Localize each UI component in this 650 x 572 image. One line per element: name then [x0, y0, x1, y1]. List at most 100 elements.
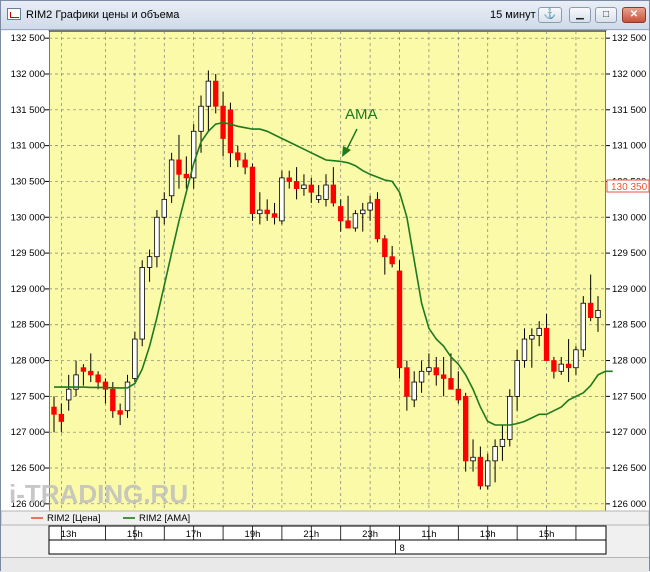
candle-up: [161, 198, 167, 218]
candle-down: [551, 360, 557, 372]
candle-down: [242, 159, 248, 168]
y-tick-label-right: 126 500: [612, 463, 646, 474]
x-tick-label: 17h: [186, 529, 202, 540]
anchor-button[interactable]: ⚓: [538, 7, 562, 23]
candle-down: [88, 370, 94, 376]
legend-label: RIM2 [AMA]: [139, 513, 190, 524]
y-tick-label-left: 132 000: [11, 69, 45, 80]
last-price-label: 130 350: [611, 182, 648, 193]
candle-up: [418, 370, 425, 383]
y-tick-label-right: 130 000: [612, 212, 646, 223]
candle-up: [315, 195, 322, 200]
x-tick-label: 11h: [421, 529, 436, 540]
plot-background: [48, 30, 607, 512]
y-tick-label-right: 129 000: [612, 284, 646, 295]
candle-down: [58, 413, 65, 422]
y-tick-label-right: 127 500: [612, 391, 646, 402]
candle-down: [565, 363, 572, 369]
candle-up: [514, 360, 520, 397]
anchor-icon: ⚓: [543, 9, 557, 20]
candle-down: [117, 410, 123, 415]
last-price-marker: 130 350: [606, 179, 650, 193]
status-bar: [1, 557, 649, 572]
y-tick-label-right: 128 500: [612, 320, 646, 331]
candle-up: [139, 267, 145, 340]
candle-up: [360, 209, 366, 215]
x-tick-label: 23h: [362, 529, 378, 540]
candle-up: [154, 216, 160, 258]
watermark: i-TRADING.RU: [9, 479, 188, 509]
candle-up: [198, 105, 204, 132]
y-tick-label-right: 128 000: [612, 356, 646, 367]
candle-down: [477, 456, 484, 487]
candle-up: [536, 327, 542, 336]
candle-down: [440, 374, 447, 379]
candle-down: [235, 152, 241, 161]
title-bar[interactable]: RIM2 Графики цены и объема 15 минут ⚓ ▁ …: [1, 1, 649, 30]
chart-area[interactable]: 126 000 126 500 127 000 127 500 128 000 128 5…: [0, 30, 650, 561]
candle-down: [404, 367, 410, 397]
y-tick-label-left: 128 500: [11, 320, 45, 331]
candle-up: [146, 256, 153, 268]
right-axis-panel: [606, 31, 649, 511]
interval-selector[interactable]: 15 минут: [490, 9, 536, 21]
candle-down: [389, 256, 395, 265]
candle-up: [580, 302, 586, 351]
candle-up: [573, 349, 579, 369]
candle-up: [470, 456, 476, 462]
price-chart[interactable]: 126 000 126 500 127 000 127 500 128 000 128 5…: [0, 30, 650, 556]
candle-down: [264, 209, 270, 215]
chart-app-icon: [7, 8, 21, 20]
candle-up: [507, 395, 513, 440]
y-tick-label-left: 129 500: [11, 248, 45, 259]
candle-down: [330, 184, 337, 204]
candle-up: [529, 335, 535, 340]
maximize-button[interactable]: □: [595, 7, 617, 23]
candle-down: [382, 238, 388, 258]
candle-up: [426, 367, 432, 372]
candle-up: [132, 338, 138, 379]
candle-up: [411, 381, 417, 401]
candle-up: [301, 184, 307, 190]
y-tick-label-right: 131 000: [612, 141, 646, 152]
left-axis-panel: [1, 31, 49, 511]
y-tick-label-left: 130 000: [11, 212, 45, 223]
x-tick-label: 13h: [480, 529, 496, 540]
minimize-icon: ▁: [576, 9, 584, 20]
candle-up: [492, 446, 498, 462]
candle-up: [168, 159, 175, 197]
candle-up: [279, 177, 285, 222]
y-tick-label-left: 132 500: [11, 33, 45, 44]
candle-up: [499, 438, 506, 447]
candle-down: [227, 109, 234, 154]
candle-down: [51, 406, 57, 415]
candle-down: [374, 198, 381, 240]
y-tick-label-left: 131 000: [11, 141, 45, 152]
candle-up: [558, 363, 564, 372]
candle-down: [308, 184, 314, 193]
legend-label: RIM2 [Цена]: [47, 513, 100, 524]
candle-down: [95, 374, 101, 383]
chart-window: RIM2 Графики цены и объема 15 минут ⚓ ▁ …: [0, 0, 650, 572]
candle-down: [249, 166, 256, 215]
candle-down: [587, 302, 594, 318]
candle-up: [521, 338, 528, 361]
close-button[interactable]: ✕: [622, 7, 646, 23]
candle-up: [205, 80, 212, 107]
candle-up: [595, 310, 601, 318]
x-tick-label: 19h: [245, 529, 261, 540]
candle-down: [271, 213, 278, 218]
maximize-icon: □: [602, 9, 610, 20]
y-tick-label-right: 131 500: [612, 105, 646, 116]
x-tick-label: 21h: [303, 529, 319, 540]
y-tick-label-left: 126 500: [11, 463, 45, 474]
candle-down: [396, 270, 403, 369]
candle-up: [323, 184, 329, 200]
candle-up: [485, 460, 491, 487]
x-tick-label: 15h: [539, 529, 555, 540]
y-tick-label-right: 132 000: [612, 69, 646, 80]
minimize-button[interactable]: ▁: [569, 7, 591, 23]
y-tick-label-left: 131 500: [11, 105, 45, 116]
date-label: 8: [400, 543, 405, 554]
x-tick-label: 15h: [127, 529, 143, 540]
